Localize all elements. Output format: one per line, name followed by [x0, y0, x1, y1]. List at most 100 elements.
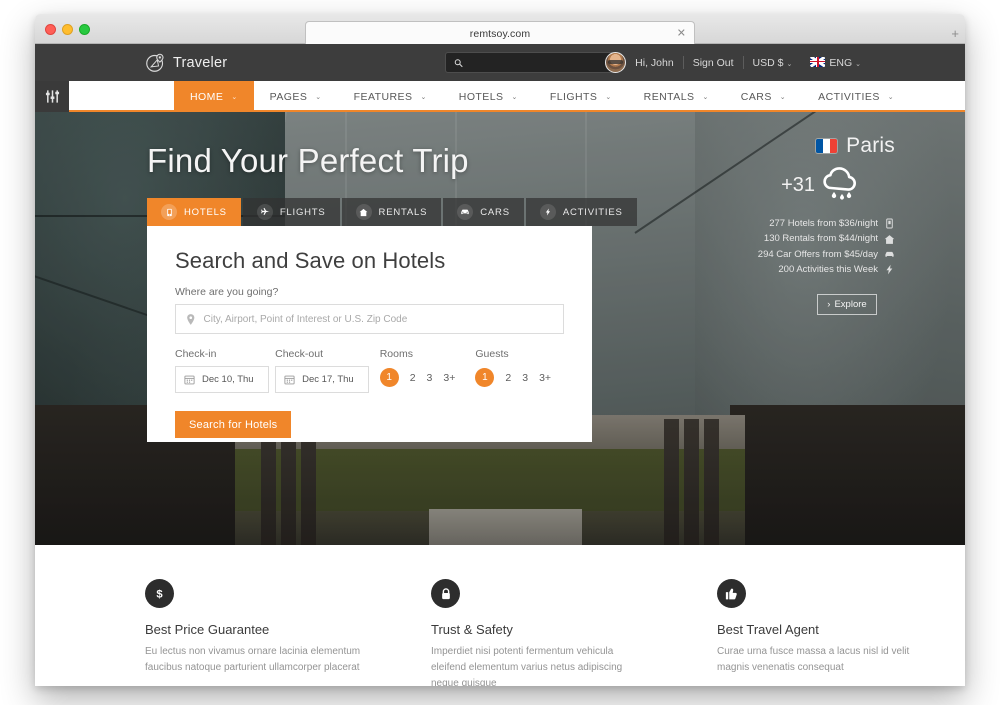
destination-label: Where are you going?	[175, 286, 279, 298]
city-stat-cars: 294 Car Offers from $45/day	[695, 247, 895, 262]
site-logo[interactable]: Traveler	[145, 44, 227, 81]
rooms-options: 1 2 3 3+	[379, 368, 476, 387]
checkout-group: Check-out Dec 17, Thu	[275, 348, 380, 393]
chevron-down-icon: ⌄	[779, 93, 787, 101]
currency-selector[interactable]: USD $ ⌄	[744, 57, 802, 69]
hotel-icon	[161, 204, 177, 220]
guests-option-2[interactable]: 2	[505, 372, 511, 384]
search-card: Search and Save on Hotels Where are you …	[147, 226, 592, 442]
nav-item-label: HOME	[190, 90, 224, 103]
france-flag-icon	[816, 139, 838, 153]
nav-item-rentals[interactable]: RENTALS ⌄	[628, 81, 725, 112]
compass-pin-icon	[146, 53, 164, 72]
hero-tab-flights[interactable]: FLIGHTS	[242, 198, 340, 226]
hotel-icon	[886, 218, 893, 229]
nav-item-label: ACTIVITIES	[818, 90, 880, 103]
thumbs-up-icon	[717, 579, 746, 608]
hero-tab-cars[interactable]: CARS	[443, 198, 524, 226]
nav-item-list: HOME ⌄ PAGES ⌄ FEATURES ⌄ HOTELS ⌄ FLIGH…	[174, 81, 910, 112]
browser-titlebar: remtsoy.com ✕ +	[35, 14, 965, 45]
checkin-label: Check-in	[175, 348, 217, 360]
hero-tab-rentals[interactable]: RENTALS	[341, 198, 442, 226]
settings-sliders-button[interactable]	[35, 81, 69, 112]
user-greeting: Hi, John	[635, 56, 674, 69]
hero-tab-activities[interactable]: ACTIVITIES	[525, 198, 637, 226]
city-stats: 277 Hotels from $36/night 130 Rentals fr…	[695, 216, 895, 278]
city-stat-text: 130 Rentals from $44/night	[763, 233, 878, 245]
city-stat-rentals: 130 Rentals from $44/night	[695, 231, 895, 246]
hero-tab-bar: HOTELS FLIGHTS RENTALS CARS ACTIVITIES	[147, 198, 637, 226]
plane-icon	[256, 204, 273, 220]
browser-tab[interactable]: remtsoy.com ✕	[305, 21, 695, 45]
hero-tab-label: RENTALS	[378, 206, 428, 218]
nav-item-label: PAGES	[269, 90, 308, 103]
checkin-value: Dec 10, Thu	[202, 374, 254, 385]
city-stat-text: 277 Hotels from $36/night	[769, 218, 878, 229]
nav-item-pages[interactable]: PAGES ⌄	[254, 81, 338, 112]
rain-cloud-icon	[823, 167, 856, 200]
hero-tab-label: HOTELS	[184, 206, 227, 218]
nav-item-hotels[interactable]: HOTELS ⌄	[443, 81, 534, 112]
destination-field[interactable]	[175, 304, 564, 334]
new-tab-button[interactable]: +	[951, 27, 959, 40]
nav-item-label: FLIGHTS	[549, 90, 598, 103]
chevron-down-icon: ⌄	[855, 60, 861, 68]
chevron-down-icon: ⌄	[315, 93, 322, 101]
rooms-option-3plus[interactable]: 3+	[443, 372, 455, 384]
header-search[interactable]	[445, 52, 617, 73]
checkout-value: Dec 17, Thu	[302, 374, 354, 385]
temperature-row: +31	[695, 166, 865, 204]
nav-item-label: CARS	[740, 90, 772, 103]
hero-title: Find Your Perfect Trip	[147, 142, 469, 179]
explore-label: Explore	[834, 298, 867, 310]
search-for-hotels-button[interactable]: Search for Hotels	[175, 411, 292, 438]
map-pin-icon	[187, 313, 195, 325]
city-weather-widget: Paris +31 277 Hotels from $36/night 130 …	[695, 134, 895, 315]
header-search-input[interactable]	[469, 57, 608, 68]
close-icon[interactable]: ✕	[677, 28, 686, 39]
main-navigation: HOME ⌄ PAGES ⌄ FEATURES ⌄ HOTELS ⌄ FLIGH…	[35, 81, 965, 112]
sign-out-link[interactable]: Sign Out	[684, 57, 743, 69]
feature-description: Curae urna fusce massa a lacus nisl id v…	[717, 646, 910, 673]
guests-option-3[interactable]: 3	[522, 372, 528, 384]
feature-description: Eu lectus non vivamus ornare lacinia ele…	[145, 646, 361, 673]
nav-item-features[interactable]: FEATURES ⌄	[338, 81, 443, 112]
checkin-group: Check-in Dec 10, Thu	[175, 348, 275, 393]
rooms-option-2[interactable]: 2	[410, 372, 416, 384]
explore-button[interactable]: › Explore	[817, 293, 877, 315]
rooms-option-1[interactable]: 1	[379, 368, 399, 387]
chevron-down-icon: ⌄	[605, 93, 612, 101]
checkout-field[interactable]: Dec 17, Thu	[275, 366, 370, 393]
search-card-title: Search and Save on Hotels	[175, 248, 446, 273]
temperature-value: +31	[781, 173, 815, 196]
site-logo-text: Traveler	[173, 54, 228, 71]
hero-tab-hotels[interactable]: HOTELS	[147, 198, 241, 226]
nav-item-home[interactable]: HOME ⌄	[174, 81, 254, 112]
hero-tab-label: ACTIVITIES	[562, 206, 623, 218]
chevron-down-icon: ⌄	[702, 93, 709, 101]
calendar-icon	[184, 375, 195, 385]
language-selector[interactable]: ENG ⌄	[801, 56, 870, 69]
browser-tab-title: remtsoy.com	[469, 27, 531, 40]
uk-flag-icon	[810, 56, 826, 67]
nav-item-label: RENTALS	[643, 90, 695, 103]
nav-item-flights[interactable]: FLIGHTS ⌄	[534, 81, 628, 112]
chevron-down-icon: ⌄	[887, 93, 895, 101]
destination-input[interactable]	[203, 313, 553, 325]
nav-item-cars[interactable]: CARS ⌄	[725, 81, 802, 112]
features-section: $ Best Price Guarantee Eu lectus non viv…	[35, 545, 965, 686]
guests-option-1[interactable]: 1	[475, 368, 495, 387]
feature-title: Best Travel Agent	[717, 622, 819, 637]
hero-tab-label: CARS	[480, 206, 510, 218]
checkin-field[interactable]: Dec 10, Thu	[175, 366, 269, 393]
guests-option-3plus[interactable]: 3+	[539, 372, 551, 384]
car-icon	[457, 204, 474, 220]
chevron-right-icon: ›	[827, 298, 831, 310]
avatar[interactable]	[605, 52, 627, 73]
checkout-label: Check-out	[275, 348, 323, 360]
nav-item-activities[interactable]: ACTIVITIES ⌄	[802, 81, 910, 112]
rooms-option-3[interactable]: 3	[427, 372, 433, 384]
home-icon	[355, 204, 372, 220]
nav-item-label: FEATURES	[353, 90, 413, 103]
chevron-down-icon: ⌄	[231, 93, 238, 101]
